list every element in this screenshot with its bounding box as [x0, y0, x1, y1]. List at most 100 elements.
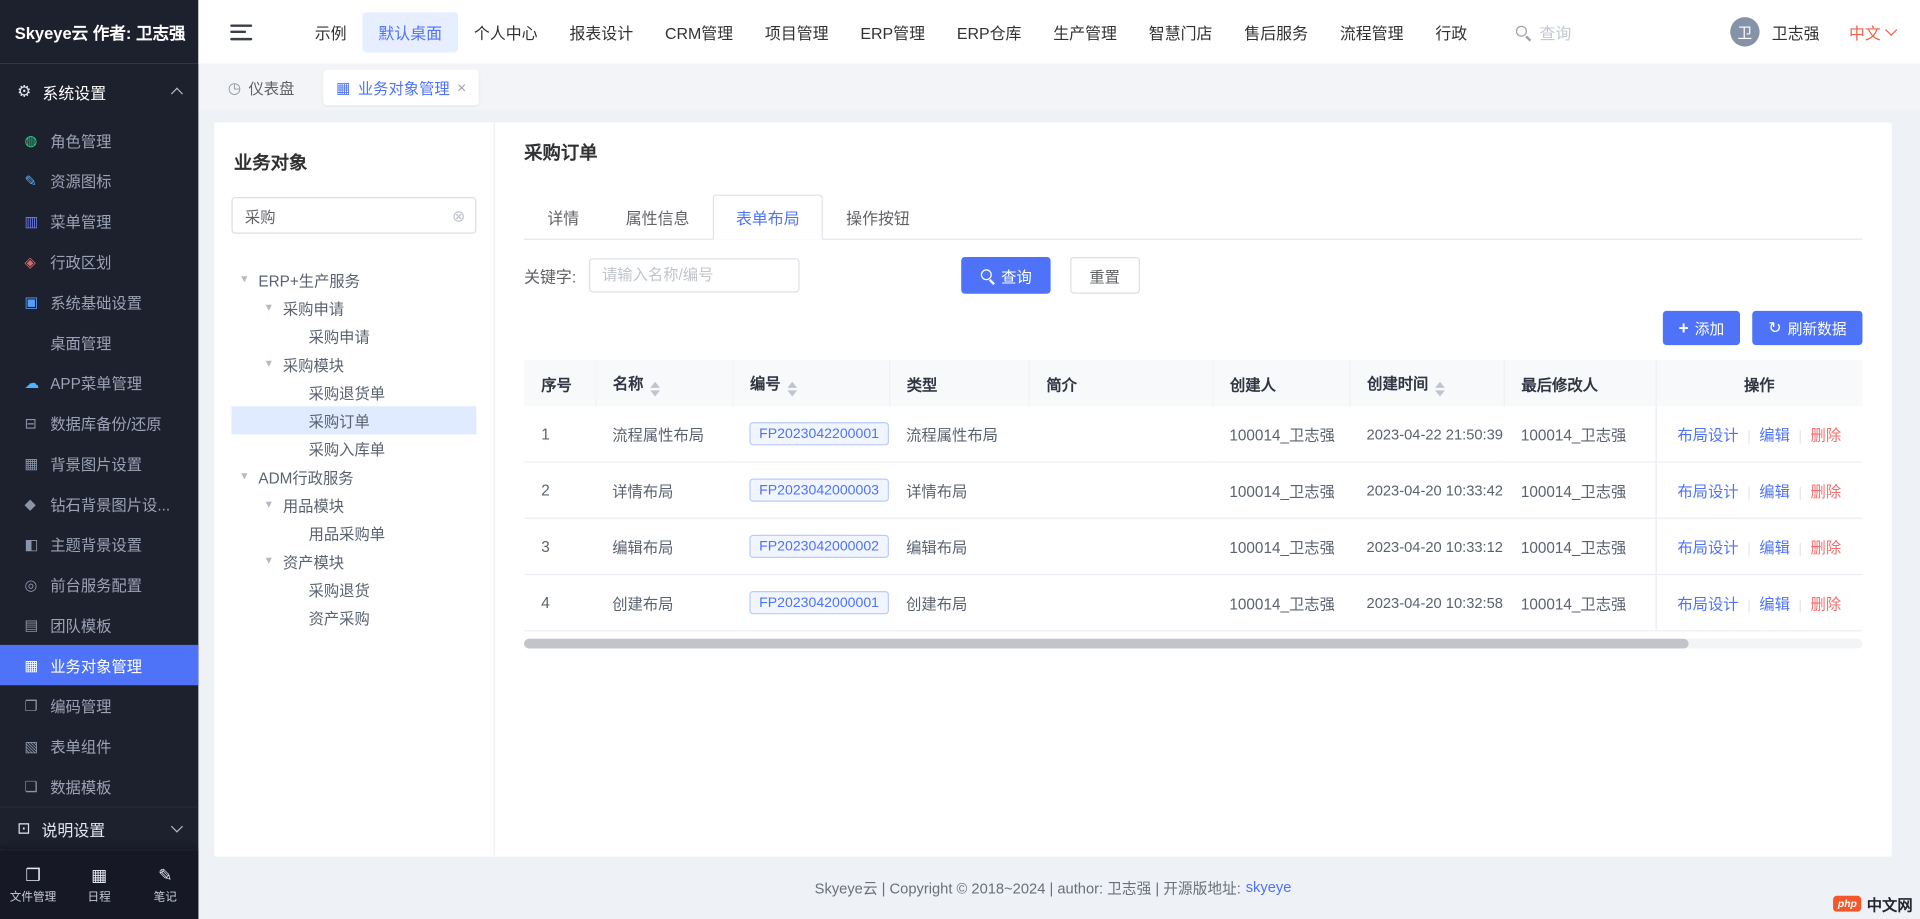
keyword-input[interactable]	[589, 258, 800, 292]
sidebar-item-coding-management[interactable]: ❐ 编码管理	[0, 685, 198, 725]
edit-link[interactable]: 编辑	[1759, 540, 1790, 557]
sidebar-item-app-menu-management[interactable]: ☁ APP菜单管理	[0, 362, 198, 402]
nav-item[interactable]: 个人中心	[458, 12, 554, 52]
caret-down-icon[interactable]	[266, 498, 283, 511]
sidebar-item-db-backup-restore[interactable]: ⊟ 数据库备份/还原	[0, 403, 198, 443]
nav-item[interactable]: 流程管理	[1324, 12, 1420, 52]
nav-item[interactable]: 项目管理	[749, 12, 845, 52]
column-header-code[interactable]: 编号	[732, 360, 889, 407]
nav-item[interactable]: ERP管理	[845, 12, 941, 52]
tab-attributes[interactable]: 属性信息	[602, 195, 712, 240]
delete-link[interactable]: 删除	[1811, 483, 1842, 500]
sidebar-item-role-management[interactable]: ◍ 角色管理	[0, 120, 198, 160]
sidebar-item-form-widget[interactable]: ▧ 表单组件	[0, 726, 198, 766]
tab-action-buttons[interactable]: 操作按钮	[823, 195, 933, 240]
tree-item[interactable]: 采购入库单	[231, 434, 476, 462]
tab-dashboard[interactable]: 仪表盘	[216, 69, 307, 104]
tree-item[interactable]: 采购模块	[231, 350, 476, 378]
sort-icon[interactable]	[787, 381, 797, 396]
nav-item[interactable]: 示例	[299, 12, 363, 52]
column-header-name[interactable]: 名称	[595, 360, 732, 407]
sidebar-item-desktop-management[interactable]: 桌面管理	[0, 322, 198, 362]
caret-down-icon[interactable]	[266, 301, 283, 314]
caret-down-icon[interactable]	[241, 470, 258, 483]
layout-design-link[interactable]: 布局设计	[1677, 483, 1738, 500]
caret-down-icon[interactable]	[266, 357, 283, 370]
sidebar-item-background-image-settings[interactable]: ▦ 背景图片设置	[0, 443, 198, 483]
detail-tabs: 详情 属性信息 表单布局 操作按钮	[524, 195, 1862, 240]
column-header-created-at[interactable]: 创建时间	[1349, 360, 1503, 407]
nav-item[interactable]: 智慧门店	[1133, 12, 1229, 52]
search-button[interactable]: 查询	[961, 257, 1050, 294]
search-icon	[979, 267, 995, 283]
global-search[interactable]: 查询	[1515, 20, 1571, 43]
user-avatar[interactable]: 卫	[1730, 17, 1759, 46]
menu-toggle-icon[interactable]	[230, 24, 252, 40]
dock-item-file-management[interactable]: ❒ 文件管理	[0, 850, 66, 919]
sidebar-item-front-service-config[interactable]: ◎ 前台服务配置	[0, 564, 198, 604]
nav-item-active[interactable]: 默认桌面	[362, 12, 458, 52]
delete-link[interactable]: 删除	[1811, 596, 1842, 613]
layout-design-link[interactable]: 布局设计	[1677, 540, 1738, 557]
sidebar-item-data-template[interactable]: ❏ 数据模板	[0, 766, 198, 806]
caret-down-icon[interactable]	[266, 554, 283, 567]
table-row[interactable]: 1 流程属性布局 FP2023042200001 流程属性布局 100014_卫…	[524, 406, 1862, 462]
sidebar-item-diamond-background[interactable]: ◆ 钻石背景图片设...	[0, 483, 198, 523]
edit-link[interactable]: 编辑	[1759, 596, 1790, 613]
caret-down-icon[interactable]	[241, 273, 258, 286]
language-selector[interactable]: 中文	[1849, 20, 1896, 43]
sidebar-item-menu-management[interactable]: ▥ 菜单管理	[0, 201, 198, 241]
tree-item[interactable]: 资产采购	[231, 603, 476, 631]
nav-item[interactable]: ERP仓库	[941, 12, 1037, 52]
close-icon[interactable]	[457, 79, 466, 95]
tree-item[interactable]: 用品模块	[231, 491, 476, 519]
nav-item[interactable]: 报表设计	[554, 12, 650, 52]
skyeye-link[interactable]: skyeye	[1246, 879, 1292, 896]
tree-item[interactable]: 采购退货	[231, 575, 476, 603]
sidebar-section-system-settings[interactable]: 系统设置	[0, 64, 198, 120]
sidebar-item-theme-background[interactable]: ◧ 主题背景设置	[0, 524, 198, 564]
sidebar-item-team-template[interactable]: ▤ 团队模板	[0, 605, 198, 645]
sidebar-item-resource-icons[interactable]: ✎ 资源图标	[0, 160, 198, 200]
sidebar-section-description-settings[interactable]: 说明设置	[0, 806, 198, 849]
sort-icon[interactable]	[1435, 381, 1445, 396]
nav-item[interactable]: CRM管理	[649, 12, 749, 52]
horizontal-scrollbar[interactable]	[524, 639, 1862, 649]
nav-item[interactable]: 生产管理	[1037, 12, 1133, 52]
table-row[interactable]: 2 详情布局 FP2023042000003 详情布局 100014_卫志强 2…	[524, 462, 1862, 518]
tree-item[interactable]: 用品采购单	[231, 519, 476, 547]
tab-detail[interactable]: 详情	[524, 195, 602, 240]
tree-item[interactable]: ADM行政服务	[231, 463, 476, 491]
nav-item[interactable]: 售后服务	[1228, 12, 1324, 52]
tree-item[interactable]: 采购退货单	[231, 378, 476, 406]
tab-business-object-management[interactable]: 业务对象管理	[324, 69, 479, 104]
tree-search-input[interactable]	[242, 206, 452, 226]
scrollbar-thumb[interactable]	[524, 639, 1688, 649]
layout-design-link[interactable]: 布局设计	[1677, 427, 1738, 444]
refresh-button[interactable]: 刷新数据	[1752, 311, 1862, 345]
layout-design-link[interactable]: 布局设计	[1677, 596, 1738, 613]
add-button[interactable]: 添加	[1663, 311, 1740, 345]
user-name[interactable]: 卫志强	[1772, 20, 1820, 43]
tree-item[interactable]: 资产模块	[231, 547, 476, 575]
dock-item-notes[interactable]: ✎ 笔记	[132, 850, 198, 919]
sort-icon[interactable]	[650, 381, 660, 396]
sidebar-item-administrative-district[interactable]: ◈ 行政区划	[0, 241, 198, 281]
clear-icon[interactable]	[452, 207, 465, 223]
reset-button[interactable]: 重置	[1070, 257, 1140, 294]
delete-link[interactable]: 删除	[1811, 540, 1842, 557]
dock-item-schedule[interactable]: ▦ 日程	[66, 850, 132, 919]
tree-item[interactable]: 采购申请	[231, 294, 476, 322]
nav-item[interactable]: 行政	[1419, 12, 1483, 52]
delete-link[interactable]: 删除	[1811, 427, 1842, 444]
tree-item[interactable]: 采购申请	[231, 322, 476, 350]
table-row[interactable]: 4 创建布局 FP2023042000001 创建布局 100014_卫志强 2…	[524, 575, 1862, 631]
edit-link[interactable]: 编辑	[1759, 427, 1790, 444]
tree-item-selected[interactable]: 采购订单	[231, 406, 476, 434]
edit-link[interactable]: 编辑	[1759, 483, 1790, 500]
sidebar-item-business-object-management[interactable]: ▦ 业务对象管理	[0, 645, 198, 685]
table-row[interactable]: 3 编辑布局 FP2023042000002 编辑布局 100014_卫志强 2…	[524, 518, 1862, 574]
sidebar-item-system-base-settings[interactable]: ▣ 系统基础设置	[0, 281, 198, 321]
tree-item[interactable]: ERP+生产服务	[231, 266, 476, 294]
tab-form-layout[interactable]: 表单布局	[713, 195, 823, 240]
